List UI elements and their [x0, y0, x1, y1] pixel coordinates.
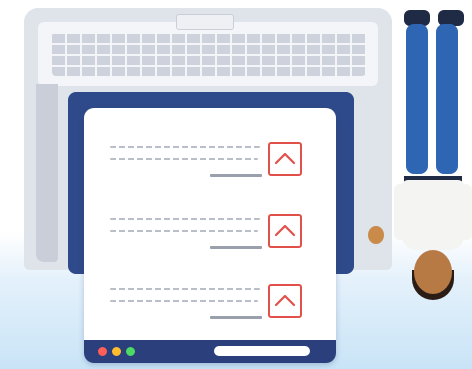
checklist-row — [84, 132, 336, 188]
head — [414, 250, 452, 294]
text-placeholder-line — [110, 288, 260, 290]
text-placeholder-line — [110, 158, 258, 160]
window-maximize-dot — [126, 347, 135, 356]
text-placeholder-line — [210, 316, 262, 319]
window-close-dot — [98, 347, 107, 356]
leg — [406, 24, 428, 174]
check-icon — [274, 294, 296, 307]
window-minimize-dot — [112, 347, 121, 356]
check-icon — [274, 224, 296, 237]
check-icon — [274, 152, 296, 165]
text-placeholder-line — [110, 218, 260, 220]
checkbox[interactable] — [268, 214, 302, 248]
text-placeholder-line — [210, 174, 262, 177]
checklist-document — [84, 108, 336, 363]
checklist-row — [84, 204, 336, 260]
checkbox[interactable] — [268, 284, 302, 318]
address-bar — [214, 346, 310, 356]
laptop-trackpad — [176, 14, 234, 30]
checklist-row — [84, 274, 336, 330]
laptop-keyboard — [52, 32, 366, 76]
hand — [368, 226, 384, 244]
text-placeholder-line — [110, 300, 258, 302]
shirt — [402, 180, 464, 250]
laptop-side — [36, 84, 58, 262]
text-placeholder-line — [210, 246, 262, 249]
text-placeholder-line — [110, 230, 258, 232]
person-illustration — [368, 8, 472, 308]
illustration-scene — [0, 0, 472, 369]
text-placeholder-line — [110, 146, 260, 148]
leg — [436, 24, 458, 174]
checkbox[interactable] — [268, 142, 302, 176]
browser-footer-bar — [84, 340, 336, 363]
